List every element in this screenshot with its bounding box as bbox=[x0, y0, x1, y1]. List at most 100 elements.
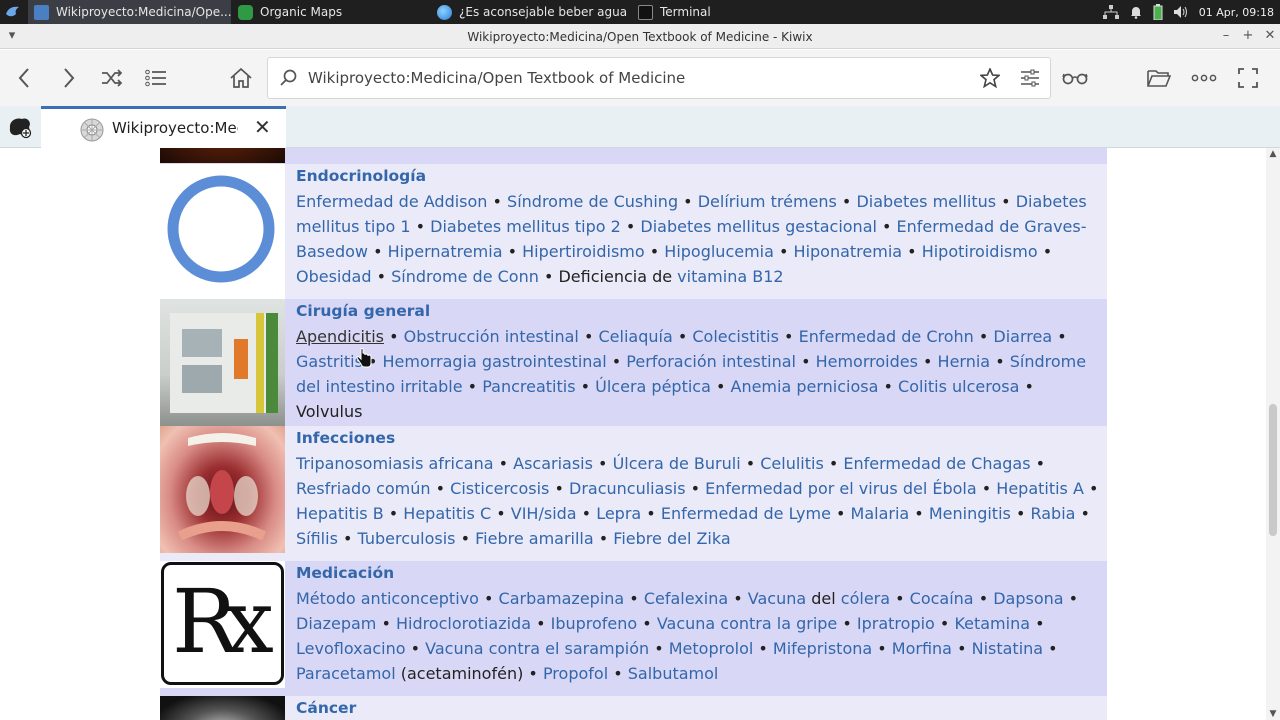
article-link[interactable]: Obstrucción intestinal bbox=[404, 327, 579, 346]
article-link[interactable]: Hemorroides bbox=[816, 352, 918, 371]
article-link[interactable]: Dapsona bbox=[993, 589, 1063, 608]
article-link[interactable]: Tripanosomiasis africana bbox=[296, 454, 494, 473]
article-link[interactable]: Vacuna contra el sarampión bbox=[425, 639, 649, 658]
taskbar-task-terminal[interactable]: Terminal bbox=[632, 0, 762, 24]
random-article-button[interactable] bbox=[97, 64, 127, 92]
article-link[interactable]: Paracetamol bbox=[296, 664, 396, 683]
notification-bell-icon[interactable] bbox=[1129, 5, 1143, 19]
article-link[interactable]: Delírium trémens bbox=[698, 192, 837, 211]
article-link[interactable]: Celiaquía bbox=[598, 327, 672, 346]
article-link[interactable]: VIH/sida bbox=[511, 504, 577, 523]
url-bar[interactable]: Wikiproyecto:Medicina/Open Textbook of M… bbox=[267, 57, 1051, 99]
more-options-button[interactable] bbox=[1189, 64, 1219, 92]
article-link[interactable]: Vacuna contra la gripe bbox=[657, 614, 837, 633]
article-link[interactable]: Dracunculiasis bbox=[569, 479, 686, 498]
article-link[interactable]: Vacuna bbox=[748, 589, 806, 608]
app-menu-bird-icon[interactable] bbox=[3, 3, 23, 21]
scrollbar-thumb[interactable] bbox=[1269, 404, 1277, 536]
url-text[interactable]: Wikiproyecto:Medicina/Open Textbook of M… bbox=[308, 69, 685, 87]
article-link[interactable]: Hipotiroidismo bbox=[922, 242, 1038, 261]
article-link[interactable]: Celulitis bbox=[760, 454, 824, 473]
article-link[interactable]: Ascariasis bbox=[513, 454, 593, 473]
article-link[interactable]: Diazepam bbox=[296, 614, 376, 633]
section-heading-link[interactable]: Infecciones bbox=[296, 426, 1102, 451]
section-heading-link[interactable]: Endocrinología bbox=[296, 164, 1102, 189]
article-link[interactable]: Nistatina bbox=[972, 639, 1044, 658]
tab-open-textbook[interactable]: Wikiproyecto:Medicina/Open Textbook of M… bbox=[41, 106, 286, 148]
article-link[interactable]: Colitis ulcerosa bbox=[898, 377, 1019, 396]
article-link[interactable]: Hipoglucemia bbox=[664, 242, 774, 261]
scroll-up-arrow-icon[interactable]: ▲ bbox=[1268, 149, 1278, 159]
clock[interactable]: 01 Apr, 09:18 bbox=[1199, 6, 1274, 19]
volume-icon[interactable] bbox=[1173, 5, 1189, 19]
article-link[interactable]: Obesidad bbox=[296, 267, 372, 286]
article-link[interactable]: Síndrome de Conn bbox=[391, 267, 539, 286]
article-link[interactable]: vitamina B12 bbox=[677, 267, 783, 286]
article-link[interactable]: Diabetes mellitus tipo 2 bbox=[430, 217, 621, 236]
article-link[interactable]: Fiebre del Zika bbox=[613, 529, 730, 548]
article-link[interactable]: Ibuprofeno bbox=[551, 614, 638, 633]
close-window-button[interactable]: ✕ bbox=[1262, 28, 1278, 44]
article-link[interactable]: Hipertiroidismo bbox=[522, 242, 645, 261]
home-button[interactable] bbox=[226, 64, 256, 92]
article-link[interactable]: Sífilis bbox=[296, 529, 338, 548]
article-link[interactable]: Diabetes mellitus bbox=[856, 192, 996, 211]
article-link[interactable]: Diarrea bbox=[993, 327, 1052, 346]
article-link[interactable]: Enfermedad de Addison bbox=[296, 192, 487, 211]
article-link[interactable]: Perforación intestinal bbox=[626, 352, 796, 371]
section-heading-link[interactable]: Cáncer bbox=[296, 696, 1102, 720]
taskbar-task-kiwix[interactable]: Wikiproyecto:Medicina/Ope... bbox=[28, 0, 231, 24]
article-link[interactable]: Hernia bbox=[938, 352, 991, 371]
library-button[interactable] bbox=[7, 115, 35, 143]
article-link[interactable]: Hepatitis C bbox=[403, 504, 491, 523]
article-link[interactable]: Síndrome de Cushing bbox=[507, 192, 678, 211]
article-link[interactable]: Morfina bbox=[892, 639, 952, 658]
article-link[interactable]: Hepatitis A bbox=[996, 479, 1084, 498]
article-link[interactable]: Enfermedad de Crohn bbox=[799, 327, 974, 346]
article-link[interactable]: Úlcera de Buruli bbox=[613, 454, 741, 473]
article-link[interactable]: Método anticonceptivo bbox=[296, 589, 479, 608]
section-heading-link[interactable]: Medicación bbox=[296, 561, 1102, 586]
article-link[interactable]: Ipratropio bbox=[857, 614, 935, 633]
article-link[interactable]: Pancreatitis bbox=[482, 377, 575, 396]
table-of-contents-button[interactable] bbox=[141, 64, 171, 92]
fullscreen-button[interactable] bbox=[1233, 64, 1263, 92]
article-link[interactable]: Apendicitis bbox=[296, 327, 384, 346]
article-link[interactable]: Úlcera péptica bbox=[595, 377, 711, 396]
maximize-button[interactable]: + bbox=[1240, 28, 1256, 44]
article-link[interactable]: Enfermedad de Lyme bbox=[661, 504, 831, 523]
article-link[interactable]: cólera bbox=[841, 589, 890, 608]
article-link[interactable]: Enfermedad por el virus del Ébola bbox=[705, 479, 977, 498]
article-link[interactable]: Levofloxacino bbox=[296, 639, 406, 658]
taskbar-task-browser[interactable]: ¿Es aconsejable beber agua ... bbox=[431, 0, 631, 24]
network-icon[interactable] bbox=[1102, 5, 1119, 19]
article-link[interactable]: Cisticercosis bbox=[450, 479, 549, 498]
scroll-down-arrow-icon[interactable]: ▼ bbox=[1268, 709, 1278, 719]
article-link[interactable]: Hipernatremia bbox=[388, 242, 503, 261]
article-link[interactable]: Enfermedad de Chagas bbox=[843, 454, 1030, 473]
reading-mode-button[interactable] bbox=[1060, 64, 1090, 92]
article-link[interactable]: Colecistitis bbox=[692, 327, 779, 346]
article-link[interactable]: Hemorragia gastrointestinal bbox=[383, 352, 607, 371]
filter-settings-icon[interactable] bbox=[1020, 68, 1040, 88]
article-link[interactable]: Carbamazepina bbox=[499, 589, 625, 608]
article-link[interactable]: Diabetes mellitus gestacional bbox=[640, 217, 877, 236]
close-tab-button[interactable]: ✕ bbox=[254, 115, 271, 139]
article-link[interactable]: Gastritis bbox=[296, 352, 363, 371]
article-link[interactable]: Fiebre amarilla bbox=[475, 529, 594, 548]
minimize-button[interactable]: – bbox=[1218, 28, 1234, 44]
article-link[interactable]: Ketamina bbox=[954, 614, 1030, 633]
article-link[interactable]: Cefalexina bbox=[644, 589, 728, 608]
vertical-scrollbar[interactable]: ▲ ▼ bbox=[1266, 148, 1280, 720]
article-link[interactable]: Resfriado común bbox=[296, 479, 431, 498]
article-link[interactable]: Malaria bbox=[851, 504, 910, 523]
article-link[interactable]: Mifepristona bbox=[773, 639, 872, 658]
taskbar-task-organic-maps[interactable]: Organic Maps bbox=[232, 0, 428, 24]
article-link[interactable]: Hiponatremia bbox=[794, 242, 903, 261]
back-button[interactable] bbox=[9, 64, 39, 92]
section-heading-link[interactable]: Cirugía general bbox=[296, 299, 1102, 324]
article-link[interactable]: Lepra bbox=[596, 504, 641, 523]
article-link[interactable]: Hidroclorotiazida bbox=[396, 614, 531, 633]
open-file-button[interactable] bbox=[1144, 64, 1174, 92]
bookmark-star-icon[interactable] bbox=[980, 68, 1000, 88]
